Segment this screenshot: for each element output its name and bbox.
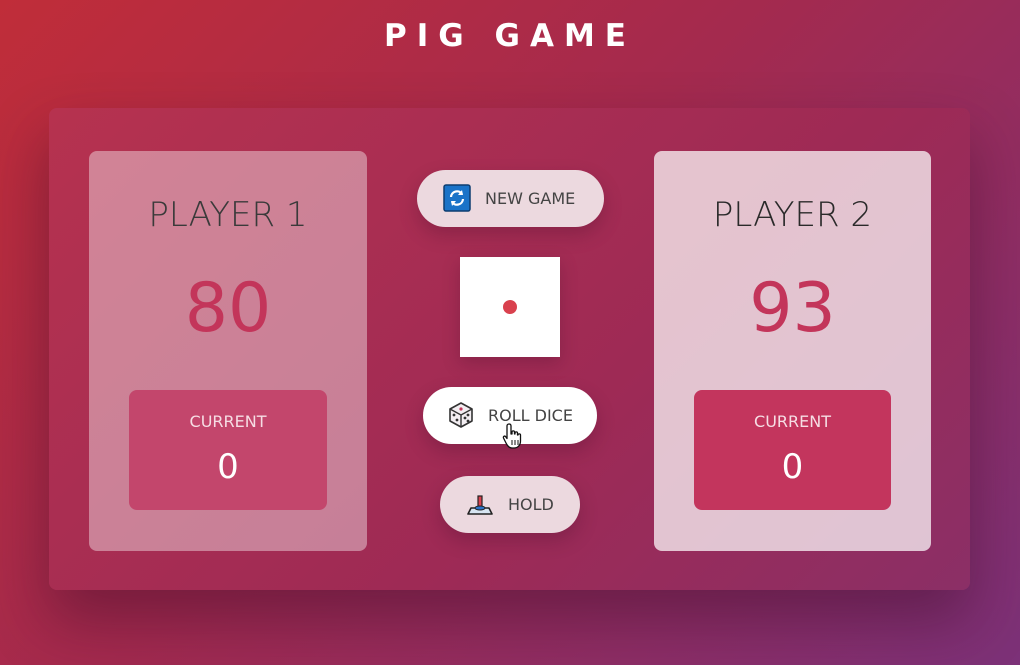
new-game-label: NEW GAME (485, 189, 576, 208)
hold-label: HOLD (508, 495, 554, 514)
player-1-score: 80 (184, 269, 272, 348)
hold-icon (466, 490, 494, 518)
dice-pip (503, 300, 517, 314)
player-1-panel: PLAYER 1 80 CURRENT 0 (89, 151, 367, 551)
player-1-current-score: 0 (217, 447, 239, 487)
player-1-current-box: CURRENT 0 (129, 390, 327, 510)
player-2-current-score: 0 (781, 447, 804, 487)
player-1-current-label: CURRENT (189, 412, 267, 431)
player-2-panel: PLAYER 2 93 CURRENT 0 (654, 151, 931, 551)
new-game-button[interactable]: NEW GAME (417, 170, 604, 227)
roll-dice-label: ROLL DICE (488, 406, 573, 425)
game-title: PIG GAME (384, 18, 636, 54)
hand-pointer-cursor-icon (502, 422, 524, 450)
player-2-name: PLAYER 2 (712, 195, 873, 235)
refresh-icon (443, 184, 471, 212)
player-2-score: 93 (749, 269, 836, 348)
player-1-name: PLAYER 1 (148, 195, 308, 235)
dice (460, 257, 560, 357)
dice-icon (447, 401, 475, 429)
player-2-current-label: CURRENT (754, 412, 831, 431)
player-2-current-box: CURRENT 0 (694, 390, 891, 510)
hold-button[interactable]: HOLD (440, 476, 580, 533)
